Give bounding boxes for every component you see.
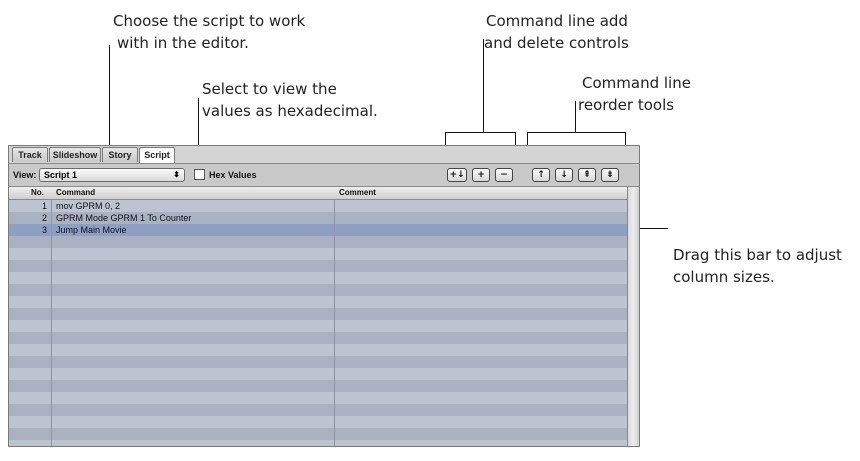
no-column-divider[interactable] [51,187,52,446]
empty-row [9,308,627,320]
empty-row [9,248,627,260]
empty-row [9,320,627,332]
callout-add-delete: Command line add and delete controls [484,10,631,54]
empty-row [9,332,627,344]
empty-row [9,440,627,446]
callout-reorder-bracket-h [527,132,625,133]
script-editor-window: Track Slideshow Story Script View: Scrip… [8,145,640,447]
callout-reorder-stem [575,101,576,132]
arrow-up-icon: ↑ [537,170,545,180]
empty-row [9,356,627,368]
view-script-value: Script 1 [44,170,78,180]
move-down-button[interactable]: ↓ [555,168,573,182]
callout-reorder-bracket-l [527,132,528,146]
empty-row [9,284,627,296]
row-command: GPRM Mode GPRM 1 To Counter [56,213,192,223]
table-row[interactable]: 2 GPRM Mode GPRM 1 To Counter [9,212,627,224]
callout-column-bar-line2: column sizes. [673,268,775,286]
header-no[interactable]: No. [31,187,44,199]
empty-row [9,380,627,392]
tab-slideshow[interactable]: Slideshow [49,147,101,162]
popup-arrows-icon: ⬍ [173,170,180,179]
table-header: No. Command Comment [9,187,627,200]
toolbar: View: Script 1 ⬍ Hex Values +↓ + − ↑ ↓ ⇞… [9,164,639,187]
empty-row [9,236,627,248]
callout-add-delete-line2: and delete controls [484,34,629,52]
empty-row [9,344,627,356]
move-to-top-button[interactable]: ⇞ [578,168,596,182]
plus-icon: + [477,170,485,180]
table-row[interactable]: 1 mov GPRM 0, 2 [9,200,627,212]
arrow-top-icon: ⇞ [583,170,591,180]
empty-row [9,404,627,416]
empty-row [9,416,627,428]
callout-choose-script: Choose the script to work with in the ed… [113,10,305,54]
view-label: View: [13,170,37,180]
header-command[interactable]: Command [56,187,95,199]
callout-hex-line1: Select to view the [202,80,337,98]
add-command-button[interactable]: + [472,168,490,182]
empty-row [9,260,627,272]
hex-values-label: Hex Values [209,170,257,180]
table-row-selected[interactable]: 3 Jump Main Movie [9,224,627,236]
vertical-scrollbar[interactable] [627,187,639,446]
callout-reorder-line2: reorder tools [578,96,675,114]
callout-column-bar: Drag this bar to adjust column sizes. [673,244,842,288]
empty-row [9,392,627,404]
callout-reorder: Command line reorder tools [578,72,691,116]
delete-command-button[interactable]: − [495,168,513,182]
tab-track[interactable]: Track [12,147,48,162]
tab-script[interactable]: Script [139,147,175,163]
callout-hex-values: Select to view the values as hexadecimal… [202,78,378,122]
callout-add-delete-bracket-r [515,132,516,146]
row-command: mov GPRM 0, 2 [56,201,121,211]
header-comment[interactable]: Comment [339,187,376,199]
empty-row [9,368,627,380]
empty-row [9,296,627,308]
minus-icon: − [500,170,508,180]
tab-story[interactable]: Story [102,147,138,162]
hex-values-checkbox[interactable] [194,169,205,180]
callout-hex-line2: values as hexadecimal. [202,102,378,120]
callout-add-delete-stem [483,39,484,132]
insert-command-button[interactable]: +↓ [447,168,467,182]
empty-row [9,428,627,440]
row-command: Jump Main Movie [56,225,127,235]
row-number: 1 [41,201,47,211]
callout-choose-script-line2: with in the editor. [117,34,249,52]
move-up-button[interactable]: ↑ [532,168,550,182]
arrow-down-icon: ↓ [560,170,568,180]
callout-choose-script-line1: Choose the script to work [113,12,306,30]
callout-add-delete-bracket-l [445,132,446,146]
view-script-popup[interactable]: Script 1 ⬍ [39,168,185,182]
row-number: 3 [41,225,47,235]
empty-row [9,272,627,284]
command-column-divider[interactable] [334,187,335,446]
callout-add-delete-line1: Command line add [486,12,628,30]
callout-add-delete-bracket-h [445,132,516,133]
row-number: 2 [41,213,47,223]
callout-reorder-line1: Command line [582,74,691,92]
arrow-bottom-icon: ⇟ [606,170,614,180]
callout-reorder-bracket-r [625,132,626,146]
callout-column-bar-line1: Drag this bar to adjust [673,246,842,264]
tab-bar: Track Slideshow Story Script [9,146,639,164]
insert-icon: +↓ [449,170,465,180]
move-to-bottom-button[interactable]: ⇟ [601,168,619,182]
command-table: 1 mov GPRM 0, 2 2 GPRM Mode GPRM 1 To Co… [9,187,627,446]
